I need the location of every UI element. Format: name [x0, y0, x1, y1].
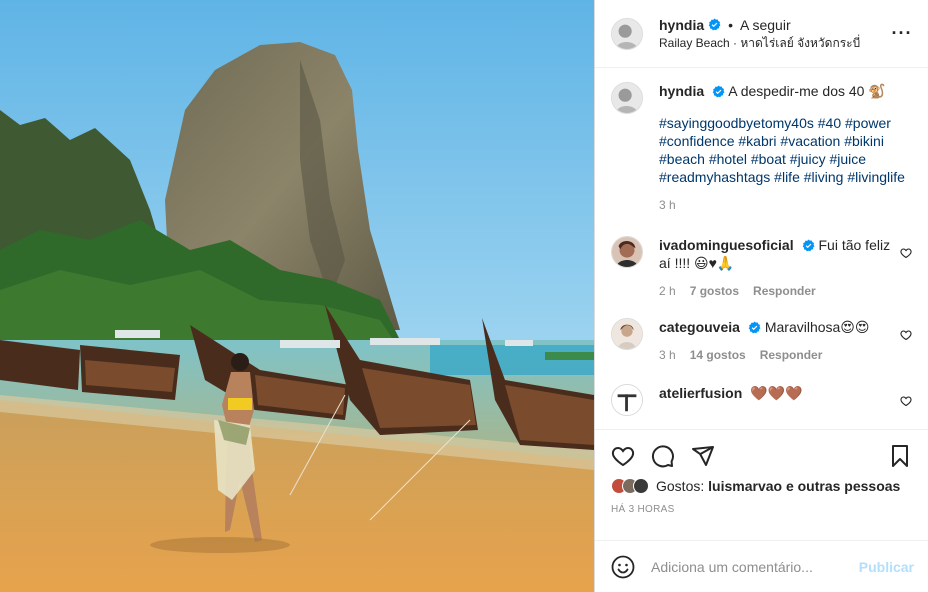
comment-likes[interactable]: 7 gostos [690, 282, 739, 300]
separator-dot: • [728, 16, 734, 33]
heart-icon[interactable] [900, 395, 912, 407]
comment-item: categouveia Maravilhosa😍😍 3 h 14 gostos … [611, 318, 912, 364]
verified-icon [712, 85, 725, 98]
heart-icon[interactable] [611, 444, 635, 468]
beach-photo [0, 0, 594, 592]
verified-icon [708, 18, 721, 31]
commenter-username[interactable]: atelierfusion [659, 385, 742, 401]
author-avatar[interactable] [611, 17, 643, 50]
post-location[interactable]: Railay Beach · หาดไร่เลย์ จังหวัดกระบี่ [659, 34, 890, 52]
comment-input[interactable] [651, 558, 859, 575]
caption-hashtags[interactable]: #sayinggoodbyetomy40s #40 #power #confid… [659, 114, 912, 186]
comment-text: 🤎🤎🤎 [750, 385, 803, 401]
post-comment-button[interactable]: Publicar [859, 559, 914, 575]
verified-icon [802, 239, 815, 252]
caption-time: 3 h [659, 198, 676, 212]
comment-icon[interactable] [651, 444, 675, 468]
post-header: hyndia • A seguir Railay Beach · หาดไร่เ… [595, 0, 928, 68]
add-comment-bar: Publicar [595, 540, 928, 592]
post-photo[interactable] [0, 0, 594, 592]
post-side-panel: hyndia • A seguir Railay Beach · หาดไร่เ… [594, 0, 928, 592]
share-icon[interactable] [691, 444, 715, 468]
commenter-avatar[interactable] [611, 384, 643, 416]
follow-button[interactable]: A seguir [740, 16, 791, 34]
more-icon[interactable]: ··· [890, 22, 914, 46]
emoji-icon[interactable] [611, 555, 635, 579]
comment-time: 3 h [659, 348, 676, 362]
save-icon[interactable] [888, 444, 912, 468]
commenter-username[interactable]: categouveia [659, 319, 740, 335]
caption-username[interactable]: hyndia [659, 83, 704, 99]
comment-item: atelierfusion 🤎🤎🤎 [611, 384, 912, 416]
commenter-avatar[interactable] [611, 236, 643, 268]
likes-summary[interactable]: Gostos: luismarvao e outras pessoas [611, 478, 912, 494]
likes-prefix: Gostos: [656, 478, 709, 494]
verified-icon [748, 321, 761, 334]
comment-text: Maravilhosa😍😍 [764, 319, 870, 335]
post-timestamp[interactable]: HÁ 3 HORAS [611, 504, 912, 515]
caption-text: A despedir-me dos 40 🐒 [728, 83, 886, 99]
reply-button[interactable]: Responder [760, 346, 823, 364]
likes-names[interactable]: luismarvao e outras pessoas [708, 478, 900, 494]
heart-icon[interactable] [900, 247, 912, 259]
post-actions: Gostos: luismarvao e outras pessoas HÁ 3… [595, 429, 928, 540]
comment-likes[interactable]: 14 gostos [690, 346, 746, 364]
commenter-avatar[interactable] [611, 318, 643, 350]
commenter-username[interactable]: ivadominguesoficial [659, 237, 794, 253]
caption: hyndia A despedir-me dos 40 🐒 #sayinggoo… [611, 82, 912, 214]
caption-avatar[interactable] [611, 82, 643, 114]
heart-icon[interactable] [900, 329, 912, 341]
comment-time: 2 h [659, 284, 676, 298]
comment-item: ivadominguesoficial Fui tão feliz aí !!!… [611, 236, 912, 300]
author-username[interactable]: hyndia [659, 16, 704, 34]
comments-list: hyndia A despedir-me dos 40 🐒 #sayinggoo… [595, 68, 928, 429]
reply-button[interactable]: Responder [753, 282, 816, 300]
liker-avatars [611, 478, 649, 494]
